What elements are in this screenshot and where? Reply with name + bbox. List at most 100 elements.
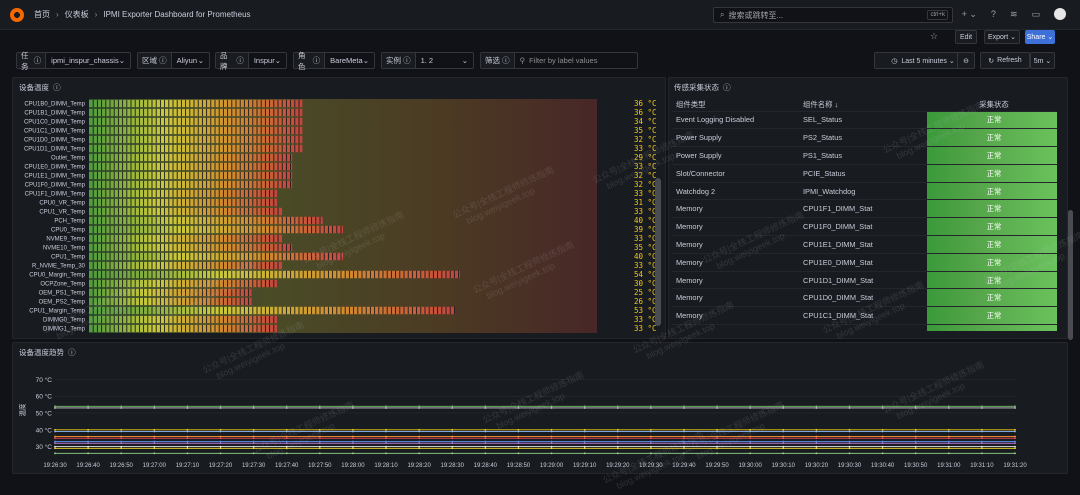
series-point	[484, 440, 487, 443]
var-role[interactable]: 角色 ⓘ BareMeta ⌄	[293, 51, 375, 71]
x-tick-label: 19:29:40	[672, 463, 696, 469]
edit-button[interactable]: Edit	[955, 30, 977, 44]
table-row[interactable]: Memory CPU1E1_DIMM_Stat 正常	[672, 235, 1057, 254]
var-job[interactable]: 任务 ⓘ ipmi_inspur_chassis ⌄	[16, 51, 131, 71]
series-point	[252, 447, 255, 450]
heatmap-row-label: OCPZone_Temp	[40, 281, 85, 287]
series-point	[252, 452, 255, 455]
series-point	[318, 435, 321, 438]
series-point	[782, 407, 785, 409]
series-point	[87, 435, 90, 438]
series-point	[848, 445, 851, 448]
series-point	[418, 430, 421, 433]
table-row[interactable]: Memory CPU1C1_DIMM_Stat 正常	[672, 306, 1057, 326]
x-tick-label: 19:28:20	[407, 463, 431, 469]
heatmap-row-label: CPU1D1_DIMM_Temp	[24, 146, 86, 152]
series-point	[285, 430, 288, 433]
table-row[interactable]: Power Supply PS1_Status 正常	[672, 146, 1057, 165]
grafana-logo-icon[interactable]	[10, 7, 24, 22]
component-type-cell: Watchdog 2	[672, 182, 799, 201]
series-point	[881, 430, 884, 433]
status-scrollbar[interactable]	[1068, 210, 1073, 340]
series-point	[550, 407, 553, 409]
help-icon[interactable]: ?	[991, 9, 996, 19]
heatmap-row-value: 32 °C	[634, 135, 657, 144]
breadcrumb-dashboards[interactable]: 仪表板	[65, 9, 89, 20]
zoom-out-button[interactable]: ⊖	[957, 52, 975, 69]
col-type[interactable]: 组件类型	[672, 99, 799, 112]
heatmap-bar	[89, 126, 303, 135]
series-point	[252, 405, 255, 408]
series-point	[517, 447, 520, 450]
table-row[interactable]: Power Supply PS2_Status 正常	[672, 128, 1057, 148]
series-point	[451, 435, 454, 438]
display-icon[interactable]: ▭	[1031, 9, 1040, 20]
series-point	[120, 442, 123, 445]
table-row[interactable]: Memory CPU1F1_DIMM_Stat 正常	[672, 199, 1057, 219]
var-region[interactable]: 区域 ⓘ Aliyun ⌄	[137, 52, 210, 69]
series-point	[252, 435, 255, 438]
table-row[interactable]: Memory CPU1F0_DIMM_Stat 正常	[672, 217, 1057, 237]
table-row[interactable]: Memory CPU1D0_DIMM_Stat 正常	[672, 288, 1057, 308]
series-point	[352, 407, 354, 409]
topbar-actions: + ⌄ ? ≋ ▭	[962, 8, 1066, 20]
series-point	[252, 440, 255, 443]
series-point	[881, 442, 884, 445]
var-filter[interactable]: 筛选 ⓘ ⚲ Filter by label values	[480, 52, 638, 69]
series-point	[815, 428, 818, 431]
series-point	[881, 407, 884, 409]
heatmap-bar	[89, 153, 293, 162]
heatmap-row-value: 25 °C	[634, 288, 657, 297]
col-status[interactable]: 采集状态	[927, 99, 1057, 112]
search-input[interactable]: ⌕ 搜索或跳转至... ctrl+k	[713, 7, 953, 23]
series-point	[914, 437, 917, 440]
series-point	[352, 437, 354, 440]
rss-icon[interactable]: ≋	[1010, 9, 1018, 20]
heatmap-row-label: DIMMG0_Temp	[43, 317, 86, 323]
series-point	[749, 435, 752, 438]
series-point	[451, 437, 454, 440]
var-brand[interactable]: 品牌 ⓘ Inspur ⌄	[215, 51, 287, 71]
series-point	[186, 405, 189, 408]
table-row[interactable]: Memory CPU1D1_DIMM_Stat 正常	[672, 271, 1057, 290]
var-instance[interactable]: 实例 ⓘ 1. 2 ⌄	[381, 52, 474, 69]
col-name[interactable]: 组件名称 ↓	[799, 99, 927, 112]
series-point	[649, 447, 652, 450]
chevron-right-icon: ›	[56, 10, 59, 19]
series-point	[649, 428, 652, 431]
heatmap-scrollbar[interactable]	[655, 178, 661, 326]
avatar[interactable]	[1054, 8, 1066, 20]
series-point	[1014, 437, 1016, 440]
series-point	[484, 442, 487, 445]
series-point	[616, 430, 619, 433]
series-point	[649, 407, 652, 409]
refresh-button[interactable]: ↻ Refresh	[980, 52, 1030, 69]
share-button[interactable]: Share ⌄	[1025, 30, 1055, 44]
series-point	[517, 442, 520, 445]
export-button[interactable]: Export ⌄	[984, 30, 1020, 44]
series-point	[980, 442, 983, 445]
series-point	[649, 440, 652, 443]
component-name-cell: SEL_Status	[799, 111, 927, 130]
add-menu-button[interactable]: + ⌄	[962, 9, 977, 20]
series-point	[815, 435, 818, 438]
series-point	[782, 405, 785, 408]
series-point	[881, 445, 884, 448]
series-point	[782, 428, 785, 431]
table-row[interactable]: Watchdog 2 IPMI_Watchdog 正常	[672, 182, 1057, 201]
series-point	[914, 405, 917, 408]
table-row[interactable]: Memory CPU1E0_DIMM_Stat 正常	[672, 253, 1057, 272]
refresh-interval-select[interactable]: 5m ⌄	[1030, 52, 1055, 69]
series-point	[683, 435, 685, 438]
series-point	[451, 440, 454, 443]
series-point	[54, 435, 56, 438]
star-icon[interactable]: ☆	[930, 31, 938, 42]
series-point	[418, 447, 421, 450]
series-point	[947, 437, 950, 440]
x-tick-label: 19:30:50	[904, 463, 928, 469]
breadcrumb-home[interactable]: 首页	[34, 9, 50, 20]
series-point	[484, 452, 487, 455]
table-row[interactable]: Slot/Connector PCIE_Status 正常	[672, 164, 1057, 183]
table-row[interactable]: Event Logging Disabled SEL_Status 正常	[672, 111, 1057, 130]
component-type-cell: Event Logging Disabled	[672, 111, 799, 130]
